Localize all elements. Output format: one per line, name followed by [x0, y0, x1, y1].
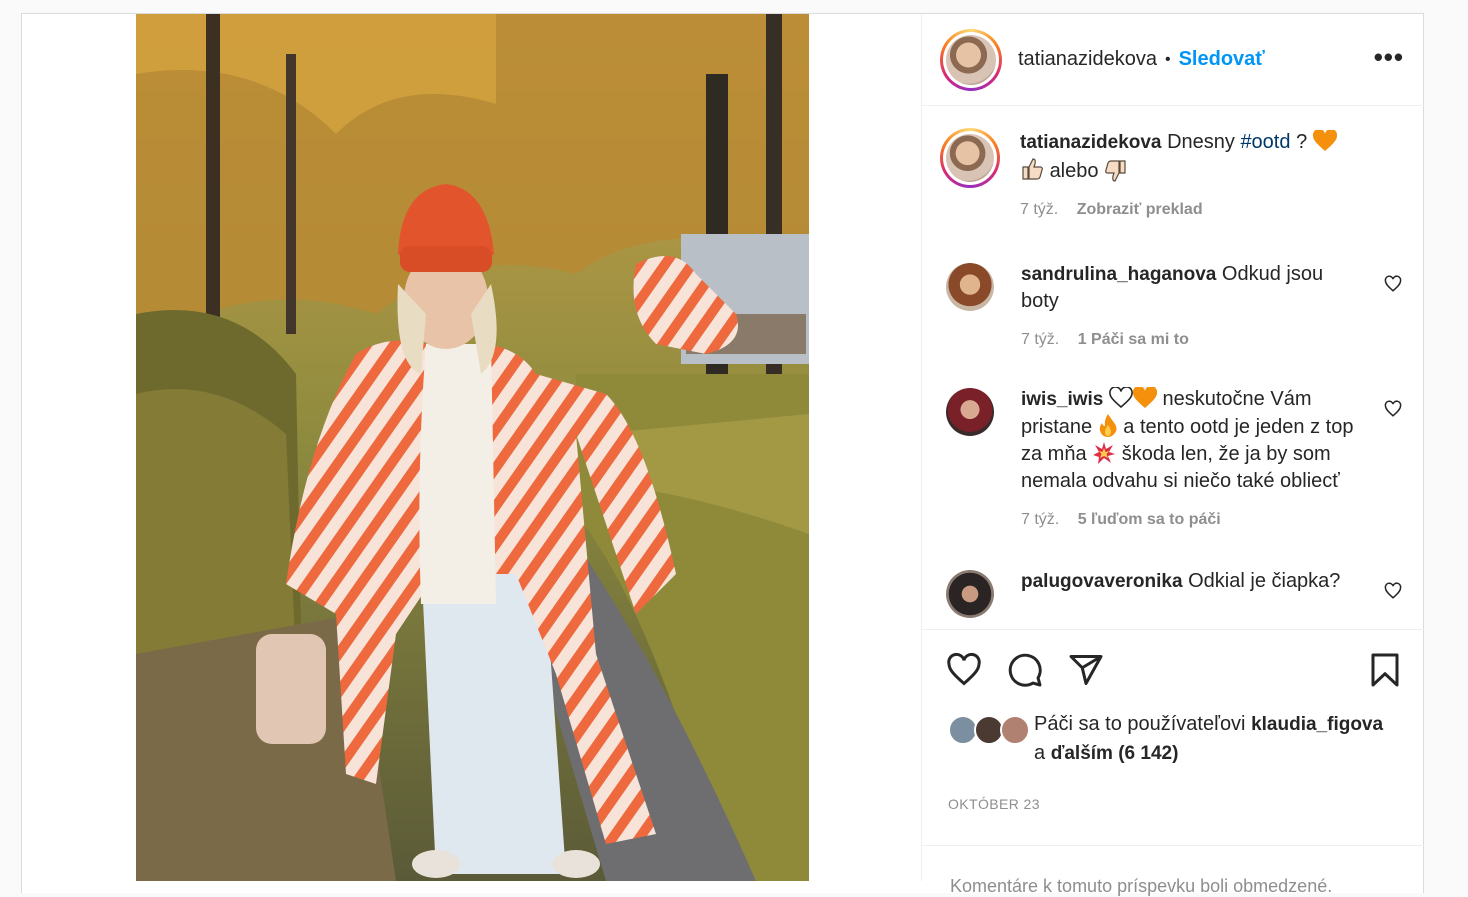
separator-dot: • — [1164, 50, 1171, 68]
post-date[interactable]: OKTÓBER 23 — [948, 796, 1040, 812]
comment-time: 7 týž. — [1021, 511, 1060, 528]
likes-others[interactable]: ďalším (6 142) — [1051, 743, 1179, 764]
caption-text: Dnesny — [1167, 131, 1235, 153]
comments-list[interactable]: tatianazidekova Dnesny #ootd ? alebo 7 t… — [922, 107, 1424, 629]
translate-link[interactable]: Zobraziť preklad — [1077, 201, 1203, 218]
post-media — [22, 14, 921, 881]
post-sidebar: tatianazidekova • Sledovať ••• tatianazi… — [921, 14, 1424, 896]
heart-icon[interactable] — [1384, 400, 1402, 418]
author-avatar-image — [946, 34, 996, 85]
comments-closed-notice: Komentáre k tomuto príspevku boli obmedz… — [922, 845, 1424, 897]
comment-time: 7 týž. — [1021, 331, 1060, 348]
fire-emoji — [1099, 414, 1117, 437]
thumbs-up-emoji — [1022, 158, 1043, 180]
comment-avatar[interactable] — [946, 570, 994, 618]
comment-text: Odkial je čiapka? — [1188, 570, 1341, 592]
comment-item: sandrulina_haganova Odkud jsou boty 7 tý… — [940, 261, 1406, 353]
orange-heart-emoji — [1132, 385, 1158, 408]
liker-avatar — [1000, 715, 1030, 745]
orange-heart-emoji — [1312, 128, 1337, 151]
caption-alebo: alebo — [1049, 160, 1099, 182]
heart-icon[interactable] — [1384, 582, 1402, 600]
caption-question: ? — [1296, 131, 1308, 153]
caption-avatar[interactable] — [940, 128, 1000, 188]
collision-emoji — [1093, 442, 1116, 464]
author-avatar[interactable] — [940, 28, 1002, 91]
likes-summary: Páči sa to používateľovi klaudia_figova … — [948, 713, 1404, 768]
comment-item: iwis_iwis neskutočne Vám pristane a tent… — [940, 385, 1406, 533]
comment-likes[interactable]: 1 Páči sa mi to — [1078, 331, 1189, 348]
thumbs-down-emoji — [1105, 160, 1126, 182]
likes-user[interactable]: klaudia_figova — [1251, 714, 1383, 735]
post-header: tatianazidekova • Sledovať ••• — [922, 14, 1424, 106]
caption-time: 7 týž. — [1020, 201, 1059, 218]
heart-outline-emoji — [1109, 386, 1133, 409]
action-bar: Páči sa to používateľovi klaudia_figova … — [922, 629, 1424, 896]
heart-icon[interactable] — [1384, 275, 1402, 293]
follow-button[interactable]: Sledovať — [1179, 48, 1265, 71]
comment-username[interactable]: palugovaveronika — [1021, 571, 1183, 592]
comment-item: palugovaveronika Odkial je čiapka? — [940, 568, 1406, 618]
likes-and: a — [1034, 742, 1046, 764]
comment-username[interactable]: iwis_iwis — [1021, 389, 1103, 410]
comment-username[interactable]: sandrulina_haganova — [1021, 264, 1216, 285]
like-icon[interactable] — [946, 652, 982, 688]
post-photo[interactable] — [136, 14, 809, 881]
share-icon[interactable] — [1068, 652, 1104, 688]
post-container: tatianazidekova • Sledovať ••• tatianazi… — [21, 13, 1424, 896]
more-icon[interactable]: ••• — [1374, 44, 1404, 70]
caption-username[interactable]: tatianazidekova — [1020, 132, 1162, 153]
comment-likes[interactable]: 5 ľuďom sa to páči — [1078, 511, 1221, 528]
likes-prefix: Páči sa to používateľovi — [1034, 713, 1246, 735]
comment-icon[interactable] — [1007, 652, 1043, 688]
caption: tatianazidekova Dnesny #ootd ? alebo 7 t… — [940, 107, 1406, 224]
caption-hashtag[interactable]: #ootd — [1240, 131, 1290, 153]
comment-avatar[interactable] — [946, 263, 994, 311]
comment-avatar[interactable] — [946, 388, 994, 436]
liker-avatars[interactable] — [948, 715, 1030, 745]
author-username[interactable]: tatianazidekova — [1018, 48, 1157, 71]
save-icon[interactable] — [1367, 652, 1403, 688]
caption-avatar-image — [946, 134, 994, 182]
photo-image — [136, 14, 809, 881]
